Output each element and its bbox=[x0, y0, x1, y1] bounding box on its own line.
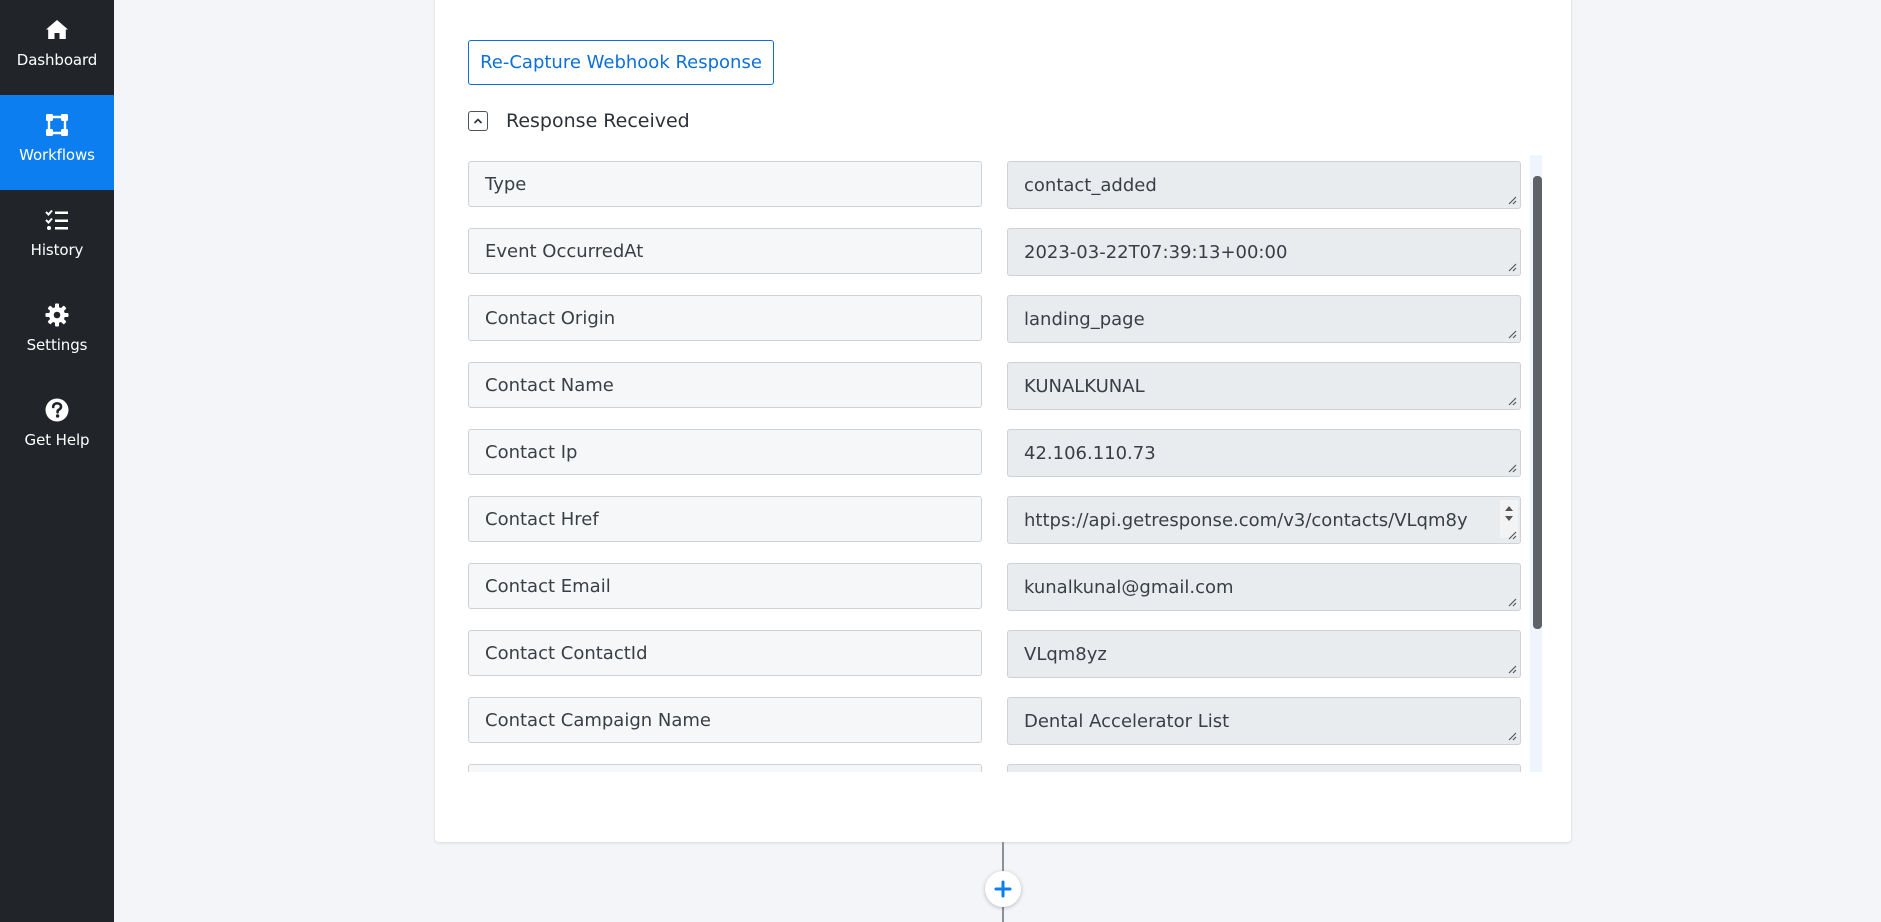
home-icon bbox=[46, 20, 68, 39]
field-value[interactable]: VLqm8yz bbox=[1007, 630, 1521, 678]
field-value[interactable]: 2023-03-22T07:39:13+00:00 bbox=[1007, 228, 1521, 276]
table-row: Contact Origin landing_page bbox=[468, 295, 1538, 343]
resize-grip-icon[interactable] bbox=[1507, 731, 1517, 741]
field-key: Contact Origin bbox=[468, 295, 982, 341]
table-row-partial bbox=[468, 764, 1538, 772]
field-value[interactable]: https://api.getresponse.com/v3/contacts/… bbox=[1007, 496, 1521, 544]
chevron-up-icon bbox=[473, 118, 483, 124]
response-received-title: Response Received bbox=[506, 110, 690, 132]
field-value-text: KUNALKUNAL bbox=[1024, 375, 1145, 397]
field-value-text: Dental Accelerator List bbox=[1024, 710, 1230, 732]
checklist-icon bbox=[45, 209, 68, 230]
field-value[interactable] bbox=[1007, 764, 1521, 772]
field-value-text: https://api.getresponse.com/v3/contacts/… bbox=[1024, 509, 1468, 531]
recapture-webhook-button[interactable]: Re-Capture Webhook Response bbox=[468, 40, 774, 85]
sidebar-item-workflows[interactable]: Workflows bbox=[0, 95, 114, 190]
resize-grip-icon[interactable] bbox=[1507, 664, 1517, 674]
field-value[interactable]: Dental Accelerator List bbox=[1007, 697, 1521, 745]
sidebar-item-dashboard[interactable]: Dashboard bbox=[0, 0, 114, 95]
response-received-header: Response Received bbox=[468, 110, 690, 132]
gear-icon bbox=[45, 303, 69, 327]
sidebar: Dashboard Workflows History Settings Get… bbox=[0, 0, 114, 922]
field-key: Contact Email bbox=[468, 563, 982, 609]
plus-icon bbox=[994, 880, 1012, 898]
sidebar-item-label: History bbox=[30, 241, 84, 259]
resize-grip-icon[interactable] bbox=[1507, 530, 1517, 540]
field-value-text: contact_added bbox=[1024, 174, 1157, 196]
field-key: Event OccurredAt bbox=[468, 228, 982, 274]
resize-grip-icon[interactable] bbox=[1507, 597, 1517, 607]
field-key: Contact Name bbox=[468, 362, 982, 408]
list-scrollbar-thumb[interactable] bbox=[1533, 176, 1542, 629]
field-key: Type bbox=[468, 161, 982, 207]
table-row: Contact Email kunalkunal@gmail.com bbox=[468, 563, 1538, 611]
sidebar-item-label: Settings bbox=[26, 336, 88, 354]
table-row: Contact Name KUNALKUNAL bbox=[468, 362, 1538, 410]
field-key: Contact Ip bbox=[468, 429, 982, 475]
field-value-text: VLqm8yz bbox=[1024, 643, 1107, 665]
table-row: Type contact_added bbox=[468, 161, 1538, 209]
sidebar-item-history[interactable]: History bbox=[0, 190, 114, 285]
field-value-text: kunalkunal@gmail.com bbox=[1024, 576, 1234, 598]
add-step-button[interactable] bbox=[985, 871, 1021, 907]
table-row: Contact Href https://api.getresponse.com… bbox=[468, 496, 1538, 544]
field-value-text: 2023-03-22T07:39:13+00:00 bbox=[1024, 241, 1288, 263]
field-value[interactable]: landing_page bbox=[1007, 295, 1521, 343]
field-value[interactable]: contact_added bbox=[1007, 161, 1521, 209]
field-key: Contact Href bbox=[468, 496, 982, 542]
table-row: Contact Ip 42.106.110.73 bbox=[468, 429, 1538, 477]
field-key: Contact ContactId bbox=[468, 630, 982, 676]
workflow-icon bbox=[46, 114, 68, 136]
response-fields-list: Type contact_added Event OccurredAt 2023… bbox=[468, 155, 1538, 772]
sidebar-item-label: Get Help bbox=[24, 431, 90, 449]
webhook-card: Re-Capture Webhook Response Response Rec… bbox=[435, 0, 1571, 842]
field-value[interactable]: kunalkunal@gmail.com bbox=[1007, 563, 1521, 611]
field-value[interactable]: KUNALKUNAL bbox=[1007, 362, 1521, 410]
resize-grip-icon[interactable] bbox=[1507, 396, 1517, 406]
resize-grip-icon[interactable] bbox=[1507, 463, 1517, 473]
field-value-text: landing_page bbox=[1024, 308, 1145, 330]
sidebar-item-label: Workflows bbox=[19, 146, 95, 164]
table-row: Event OccurredAt 2023-03-22T07:39:13+00:… bbox=[468, 228, 1538, 276]
field-key bbox=[468, 764, 982, 772]
resize-grip-icon[interactable] bbox=[1507, 329, 1517, 339]
field-value-text: 42.106.110.73 bbox=[1024, 442, 1156, 464]
sidebar-item-settings[interactable]: Settings bbox=[0, 285, 114, 380]
cut-off-option-row bbox=[495, 0, 665, 1]
sidebar-item-label: Dashboard bbox=[16, 51, 98, 69]
table-row: Contact Campaign Name Dental Accelerator… bbox=[468, 697, 1538, 745]
table-row: Contact ContactId VLqm8yz bbox=[468, 630, 1538, 678]
field-key: Contact Campaign Name bbox=[468, 697, 982, 743]
resize-grip-icon[interactable] bbox=[1507, 262, 1517, 272]
field-value[interactable]: 42.106.110.73 bbox=[1007, 429, 1521, 477]
help-icon bbox=[45, 398, 69, 422]
sidebar-item-get-help[interactable]: Get Help bbox=[0, 380, 114, 475]
collapse-toggle[interactable] bbox=[468, 111, 488, 131]
resize-grip-icon[interactable] bbox=[1507, 195, 1517, 205]
